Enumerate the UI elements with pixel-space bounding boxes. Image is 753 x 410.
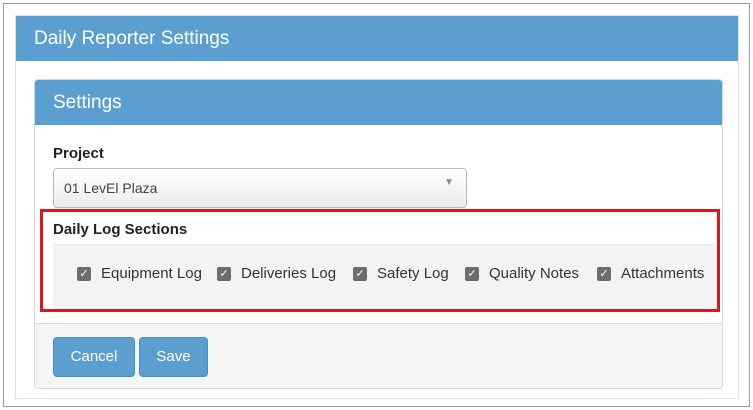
checkbox-equipment-log[interactable]: ✓ Equipment Log	[77, 265, 202, 282]
caret-down-icon: ▼	[444, 177, 454, 188]
settings-title: Settings	[35, 80, 722, 125]
checkbox-label: Safety Log	[377, 265, 449, 282]
checkbox-label: Deliveries Log	[241, 265, 337, 282]
checkbox-checked-icon[interactable]: ✓	[77, 266, 91, 281]
checkbox-deliveries-log[interactable]: ✓ Deliveries Log	[217, 265, 336, 282]
save-button[interactable]: Save	[139, 337, 208, 377]
checkbox-label: Equipment Log	[101, 265, 202, 282]
checkbox-checked-icon[interactable]: ✓	[597, 266, 611, 281]
checkbox-attachments[interactable]: ✓ Attachments	[597, 265, 704, 282]
checkbox-checked-icon[interactable]: ✓	[217, 266, 231, 281]
cancel-button[interactable]: Cancel	[53, 337, 135, 377]
daily-log-sections-group: ✓ Equipment Log ✓ Deliveries Log ✓ Safet…	[53, 244, 715, 308]
daily-reporter-panel: Daily Reporter Settings Settings Project…	[15, 15, 739, 399]
project-label: Project	[53, 145, 104, 162]
checkbox-quality-notes[interactable]: ✓ Quality Notes	[465, 265, 579, 282]
checkbox-checked-icon[interactable]: ✓	[465, 266, 479, 281]
page-title: Daily Reporter Settings	[16, 16, 738, 61]
checkbox-label: Quality Notes	[489, 265, 580, 282]
panel-footer: Cancel Save	[35, 323, 722, 388]
project-select[interactable]: 01 LevEl Plaza ▼	[53, 168, 467, 208]
checkbox-label: Attachments	[621, 265, 705, 282]
window-frame: Daily Reporter Settings Settings Project…	[3, 3, 750, 407]
checkbox-checked-icon[interactable]: ✓	[353, 266, 367, 281]
settings-panel: Settings Project 01 LevEl Plaza ▼ Daily …	[34, 79, 723, 389]
checkbox-safety-log[interactable]: ✓ Safety Log	[353, 265, 449, 282]
daily-log-sections-label: Daily Log Sections	[53, 221, 188, 238]
project-select-value: 01 LevEl Plaza	[64, 180, 158, 196]
